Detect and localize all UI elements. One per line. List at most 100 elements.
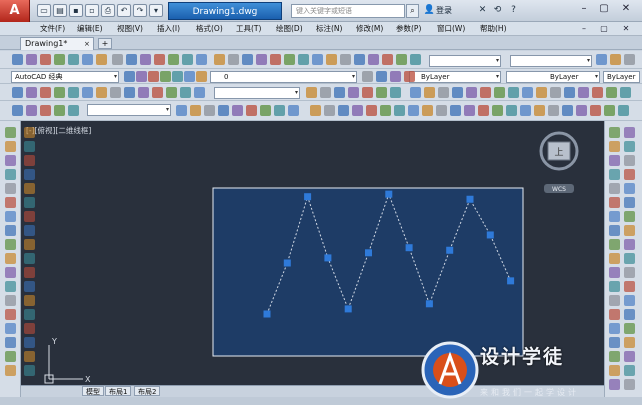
modify-tool-icon[interactable] (624, 365, 635, 376)
minimize-icon[interactable]: – (578, 3, 590, 15)
dimension-tool-icon[interactable] (68, 87, 79, 98)
standard-tool-icon[interactable] (396, 54, 407, 65)
dimension-tool-icon[interactable] (410, 87, 421, 98)
view-tool-icon[interactable] (506, 105, 517, 116)
color-select[interactable]: ByLayer ▾ (409, 71, 501, 83)
vertex-grip[interactable] (324, 254, 332, 262)
dimension-tool-icon[interactable] (592, 87, 603, 98)
new-tab-button[interactable]: + (98, 38, 112, 49)
view-tool-icon[interactable] (26, 105, 37, 116)
draw-tool-icon[interactable] (24, 211, 35, 222)
workspace-select[interactable]: AutoCAD 经典 ▾ (11, 71, 119, 83)
multileader-select[interactable]: ▾ (214, 87, 300, 99)
dimension-tool-icon[interactable] (110, 87, 121, 98)
modify-tool-icon[interactable] (609, 281, 620, 292)
layer-tool-icon[interactable] (124, 71, 135, 82)
standard-tool-icon[interactable] (12, 54, 23, 65)
draw-tool-icon[interactable] (5, 239, 16, 250)
vertex-grip[interactable] (425, 300, 433, 308)
modify-tool-icon[interactable] (624, 211, 635, 222)
modify-tool-icon[interactable] (609, 141, 620, 152)
draw-tool-icon[interactable] (24, 225, 35, 236)
dimension-tool-icon[interactable] (12, 87, 23, 98)
tab-model[interactable]: 模型 (82, 386, 104, 396)
modify-tool-icon[interactable] (624, 225, 635, 236)
dimension-tool-icon[interactable] (124, 87, 135, 98)
dimension-tool-icon[interactable] (376, 87, 387, 98)
modify-tool-icon[interactable] (624, 239, 635, 250)
dimension-tool-icon[interactable] (606, 87, 617, 98)
view-tool-icon[interactable] (246, 105, 257, 116)
layer-tool-icon[interactable] (390, 71, 401, 82)
open-file-icon[interactable]: ▤ (53, 4, 67, 17)
dimension-tool-icon[interactable] (536, 87, 547, 98)
new-file-icon[interactable]: ▭ (37, 4, 51, 17)
dimension-tool-icon[interactable] (320, 87, 331, 98)
vertex-grip[interactable] (486, 231, 494, 239)
dimension-tool-icon[interactable] (578, 87, 589, 98)
draw-tool-icon[interactable] (24, 141, 35, 152)
standard-tool-icon[interactable] (82, 54, 93, 65)
view-select[interactable]: ▾ (87, 104, 171, 116)
modify-tool-icon[interactable] (609, 169, 620, 180)
dimension-tool-icon[interactable] (438, 87, 449, 98)
doc-restore-icon[interactable]: ▢ (598, 23, 610, 34)
dimension-tool-icon[interactable] (54, 87, 65, 98)
standard-tool-icon[interactable] (270, 54, 281, 65)
draw-tool-icon[interactable] (24, 309, 35, 320)
standard-tool-icon[interactable] (326, 54, 337, 65)
draw-tool-icon[interactable] (5, 323, 16, 334)
layer-tool-icon[interactable] (172, 71, 183, 82)
tab-layout1[interactable]: 布局1 (105, 386, 132, 396)
modify-tool-icon[interactable] (609, 183, 620, 194)
view-tool-icon[interactable] (232, 105, 243, 116)
application-menu-button[interactable]: A (0, 0, 30, 22)
standard-tool-icon[interactable] (126, 54, 137, 65)
view-tool-icon[interactable] (478, 105, 489, 116)
connect-icon[interactable]: ⟲ (491, 4, 504, 17)
standard-tool-icon[interactable] (214, 54, 225, 65)
search-input[interactable]: 键入关键字或短语 (291, 4, 405, 18)
modify-tool-icon[interactable] (609, 211, 620, 222)
view-tool-icon[interactable] (310, 105, 321, 116)
view-tool-icon[interactable] (176, 105, 187, 116)
menu-dimension[interactable]: 标注(N) (316, 23, 342, 35)
menu-tools[interactable]: 工具(T) (236, 23, 261, 35)
menu-insert[interactable]: 插入(I) (157, 23, 180, 35)
modify-tool-icon[interactable] (609, 365, 620, 376)
save-as-icon[interactable]: ▫ (85, 4, 99, 17)
standard-tool-icon[interactable] (26, 54, 37, 65)
save-icon[interactable]: ▪ (69, 4, 83, 17)
vertex-grip[interactable] (344, 305, 352, 313)
view-tool-icon[interactable] (604, 105, 615, 116)
dimension-tool-icon[interactable] (138, 87, 149, 98)
modify-tool-icon[interactable] (624, 127, 635, 138)
view-tool-icon[interactable] (562, 105, 573, 116)
dimension-tool-icon[interactable] (362, 87, 373, 98)
draw-tool-icon[interactable] (5, 169, 16, 180)
standard-tool-icon[interactable] (68, 54, 79, 65)
modify-tool-icon[interactable] (624, 267, 635, 278)
standard-tool-icon[interactable] (40, 54, 51, 65)
menu-format[interactable]: 格式(O) (196, 23, 223, 35)
draw-tool-icon[interactable] (5, 183, 16, 194)
standard-tool-icon[interactable] (624, 54, 635, 65)
dimension-tool-icon[interactable] (40, 87, 51, 98)
menu-help[interactable]: 帮助(H) (480, 23, 507, 35)
draw-tool-icon[interactable] (24, 155, 35, 166)
draw-tool-icon[interactable] (5, 127, 16, 138)
standard-tool-icon[interactable] (96, 54, 107, 65)
dim-style-select[interactable]: ▾ (510, 55, 592, 67)
help-icon[interactable]: ? (507, 4, 520, 17)
lineweight-select[interactable]: ByLayer (603, 71, 640, 83)
modify-tool-icon[interactable] (609, 197, 620, 208)
draw-tool-icon[interactable] (5, 281, 16, 292)
draw-tool-icon[interactable] (24, 365, 35, 376)
view-tool-icon[interactable] (366, 105, 377, 116)
dimension-tool-icon[interactable] (180, 87, 191, 98)
maximize-icon[interactable]: ▢ (598, 3, 610, 15)
draw-tool-icon[interactable] (24, 295, 35, 306)
draw-tool-icon[interactable] (24, 351, 35, 362)
draw-tool-icon[interactable] (24, 281, 35, 292)
standard-tool-icon[interactable] (354, 54, 365, 65)
